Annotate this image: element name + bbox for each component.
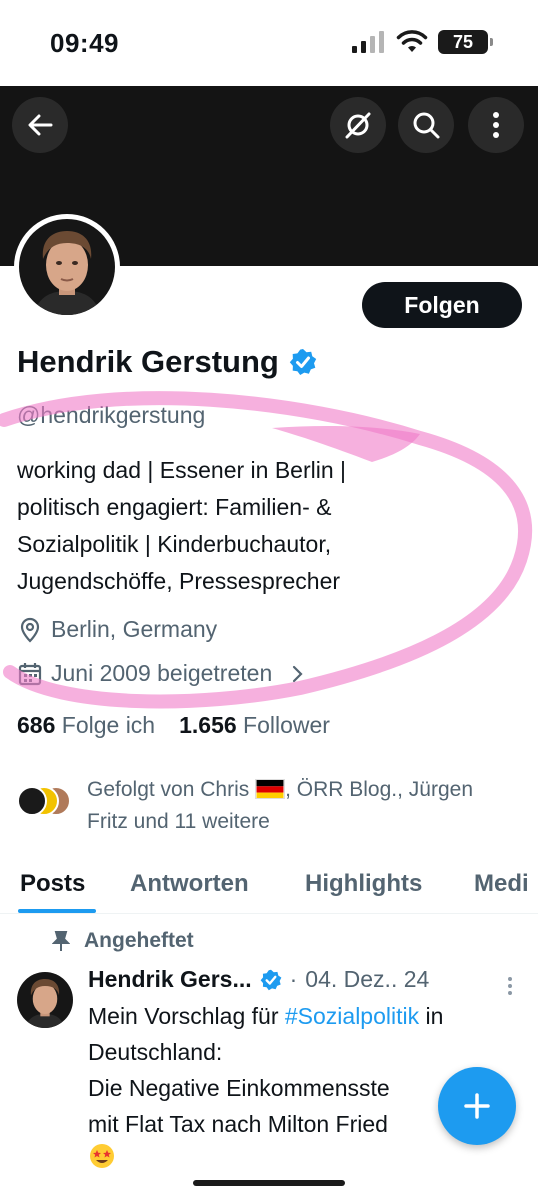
bio-line: politisch engagiert: Familien- & [17,494,332,520]
followers-link[interactable]: 1.656 Follower [179,712,330,739]
grok-button[interactable] [330,97,386,153]
post-separator: · [289,966,298,992]
search-icon [413,112,440,139]
post-line [88,1142,528,1180]
location-text: Berlin, Germany [51,616,218,642]
profile-bio: working dad | Essener in Berlin | politi… [17,452,522,600]
more-options-button[interactable] [468,97,524,153]
home-indicator[interactable] [193,1180,345,1186]
calendar-icon [18,662,42,685]
mini-avatar [17,786,47,816]
more-vertical-icon [493,112,499,138]
follow-counts: 686 Folge ich 1.656 Follower [17,712,330,739]
wifi-icon [396,30,428,52]
verified-badge-icon[interactable] [289,348,317,376]
battery-level: 75 [452,31,474,52]
bio-line: Sozialpolitik | Kinderbuchautor, [17,531,332,557]
post-line: Mein Vorschlag für #Sozialpolitik in [88,998,528,1034]
status-time: 09:49 [50,28,119,58]
display-name: Hendrik Gerstung [17,344,279,379]
profile-tabs: Posts Antworten Highlights Medi [0,862,538,914]
verified-badge-icon [260,969,281,990]
post-line: Deutschland: [88,1039,223,1065]
arrow-left-icon [28,114,53,136]
cellular-signal-icon [352,31,384,53]
bio-line: working dad | Essener in Berlin | [17,457,346,483]
profile-location: Berlin, Germany [17,616,217,643]
compose-post-button[interactable] [438,1067,516,1145]
follow-button[interactable]: Folgen [362,282,522,328]
profile-name-row: Hendrik Gerstung [17,344,317,380]
followers-count: 1.656 [179,712,237,738]
tab-replies[interactable]: Antworten [130,870,249,898]
status-icons: 75 [352,30,493,54]
post-author[interactable]: Hendrik Gers... [88,966,252,993]
followed-by-text: Gefolgt von Chris , ÖRR Blog., Jürgen Fr… [87,774,473,838]
tab-posts[interactable]: Posts [20,870,85,898]
tab-media[interactable]: Medi [474,870,529,898]
bio-line: Jugendschöffe, Pressesprecher [17,568,341,594]
location-pin-icon [20,617,40,643]
post-hashtag[interactable]: #Sozialpolitik [285,1003,419,1029]
profile-joined[interactable]: Juni 2009 beigetreten [17,660,308,687]
star-struck-emoji-icon [90,1144,114,1168]
search-button[interactable] [398,97,454,153]
following-count: 686 [17,712,56,738]
pinned-label: Angeheftet [52,929,194,953]
grok-icon [345,112,371,139]
profile-handle: @hendrikgerstung [17,402,206,428]
post-header: Hendrik Gers... · 04. Dez.. 24 [88,966,429,993]
avatar-image [19,219,115,315]
pinned-text: Angeheftet [84,929,194,952]
followed-by-avatars [17,786,79,826]
pin-icon [52,931,70,951]
post-date[interactable]: 04. Dez.. 24 [305,966,429,993]
post-line1-prefix: Mein Vorschlag für [88,1003,285,1029]
battery-indicator: 75 [438,30,493,54]
followed-by-line1-prefix: Gefolgt von Chris [87,778,250,801]
following-label: Folge ich [61,712,156,738]
followed-by-line1-suffix: , ÖRR Blog., Jürgen [285,778,474,801]
back-button[interactable] [12,97,68,153]
chevron-right-icon [293,665,303,682]
joined-text: Juni 2009 beigetreten [51,660,273,686]
active-tab-indicator [18,909,96,913]
profile-avatar[interactable] [14,214,120,320]
followed-by[interactable]: Gefolgt von Chris , ÖRR Blog., Jürgen Fr… [17,774,527,838]
status-bar: 09:49 75 [0,0,538,86]
post-avatar[interactable] [17,972,73,1028]
following-link[interactable]: 686 Folge ich [17,712,155,739]
followers-label: Follower [243,712,330,738]
followed-by-line2: Fritz und 11 weitere [87,810,270,833]
german-flag-icon [255,779,286,799]
post-more-icon[interactable] [506,976,514,996]
plus-icon [464,1093,490,1119]
tab-highlights[interactable]: Highlights [305,870,422,898]
post-line1-suffix: in [419,1003,444,1029]
